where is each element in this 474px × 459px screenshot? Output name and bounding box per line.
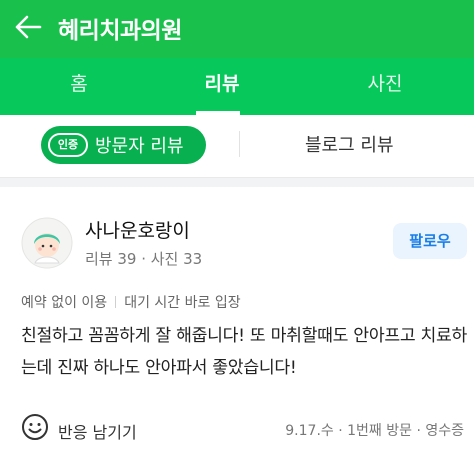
tag-reservation: 예약 없이 이용 — [21, 295, 108, 311]
page-title: 혜리치과의원 — [58, 18, 182, 44]
review-text: 친절하고 꼼꼼하게 잘 해줍니다! 또 마취할때도 안아프고 치료하는데 진짜 … — [21, 326, 468, 378]
blog-review-tab[interactable]: 블로그 리뷰 — [305, 131, 394, 157]
visit-meta: 9.17.수 · 1번째 방문 · 영수증 — [285, 423, 464, 439]
tab-photos[interactable]: 사진 — [306, 58, 464, 115]
app-header: 혜리치과의원 — [0, 0, 474, 58]
verified-badge: 인증 — [48, 133, 88, 157]
main-tabs: 홈 리뷰 사진 — [0, 58, 474, 115]
reviewer-name[interactable]: 사나운호랑이 — [85, 216, 190, 243]
leave-reaction-button[interactable]: 반응 남기기 — [58, 419, 137, 443]
visitor-review-label: 방문자 리뷰 — [95, 136, 184, 157]
subtab-divider — [239, 131, 240, 157]
reviewer-stats: 리뷰 39 · 사진 33 — [85, 250, 203, 268]
section-separator — [0, 177, 474, 187]
back-arrow-icon[interactable] — [12, 10, 46, 44]
tag-divider — [115, 296, 117, 308]
smiley-icon[interactable] — [21, 413, 49, 441]
tab-reviews[interactable]: 리뷰 — [143, 58, 301, 115]
follow-button[interactable]: 팔로우 — [393, 223, 467, 259]
avatar[interactable] — [21, 217, 73, 269]
visitor-review-tab[interactable]: 인증 방문자 리뷰 — [41, 126, 206, 164]
tag-wait-time: 대기 시간 바로 입장 — [124, 295, 241, 311]
visit-tags: 예약 없이 이용 대기 시간 바로 입장 — [21, 292, 241, 312]
tab-home[interactable]: 홈 — [0, 58, 158, 115]
